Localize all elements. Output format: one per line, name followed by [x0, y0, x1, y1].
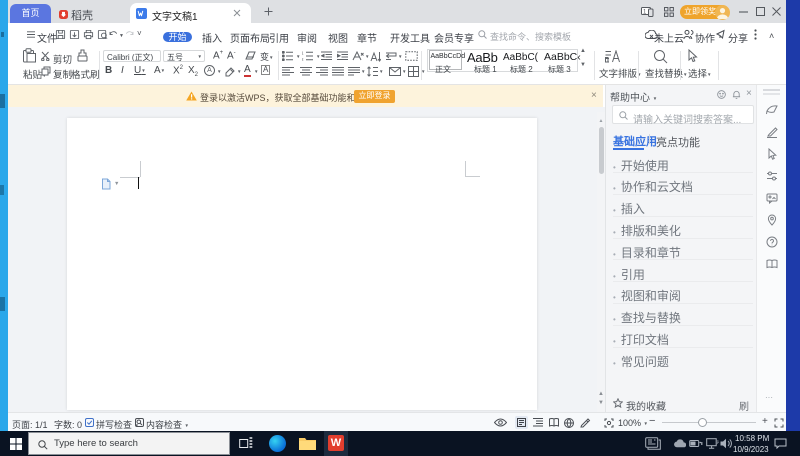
svg-text:1: 1 [302, 51, 304, 56]
svg-text:2: 2 [302, 57, 304, 61]
